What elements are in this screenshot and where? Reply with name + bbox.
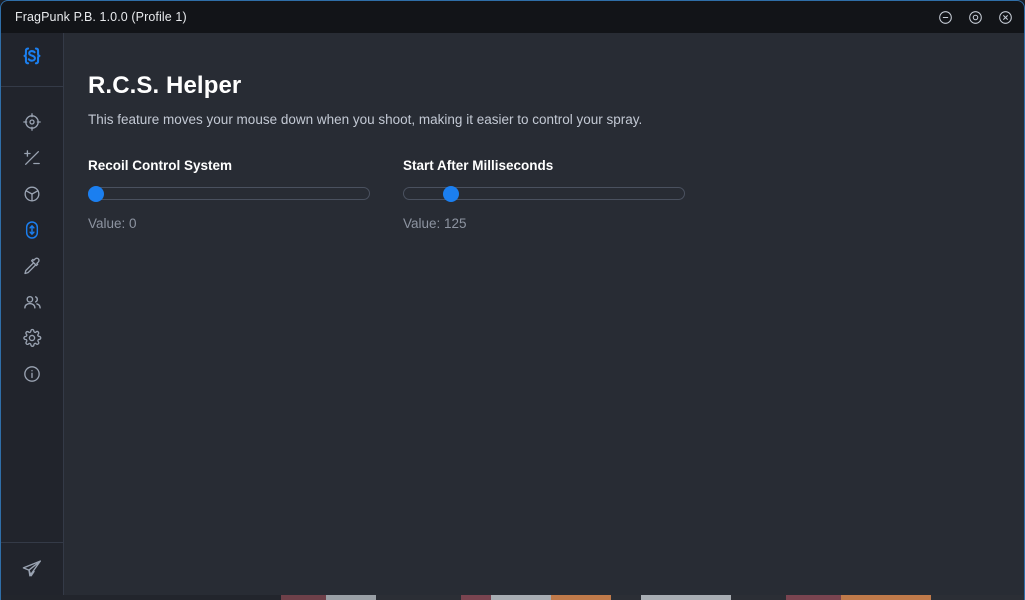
window-controls [936,8,1014,26]
app-logo-icon [19,44,45,75]
sidebar-item-settings[interactable] [14,327,50,349]
slider-value-label: Value: 125 [403,215,467,231]
circle-crosshair-icon [22,184,42,204]
slider-thumb-start-after-milliseconds[interactable] [442,185,459,202]
app-logo[interactable] [1,33,63,87]
slider-label: Start After Milliseconds [403,157,554,173]
slider-value-label: Value: 0 [88,215,137,231]
sliders-row: Recoil Control System Value: 0 Start Aft… [88,158,1024,231]
sidebar-item-info[interactable] [14,363,50,385]
gear-icon [22,328,42,348]
telegram-link[interactable] [21,558,43,585]
sidebar-item-color-picker[interactable] [14,255,50,277]
slider-track-rail [88,187,370,201]
slider-thumb-recoil-control-system[interactable] [88,185,104,202]
sidebar-item-aimbot[interactable] [14,111,50,133]
slider-track-recoil-control-system[interactable] [88,185,370,202]
desktop-taskbar-sliver [1,595,1024,600]
maximize-button[interactable] [966,8,984,26]
slider-label: Recoil Control System [88,157,233,173]
paper-plane-icon [21,558,43,585]
slider-track-start-after-milliseconds[interactable] [403,185,685,202]
app-window: FragPunk P.B. 1.0.0 (Profile 1) R.C.S. H… [0,0,1025,600]
page-title: R.C.S. Helper [88,72,242,99]
info-circle-icon [22,364,42,384]
mouse-recoil-icon [22,220,42,240]
sidebar-item-rcs[interactable] [14,219,50,241]
close-button[interactable] [996,8,1014,26]
sidebar [1,33,64,600]
sidebar-footer [1,542,63,600]
sidebar-item-users[interactable] [14,291,50,313]
slider-recoil-control-system: Recoil Control System Value: 0 [88,158,370,231]
crosshair-target-icon [22,112,42,132]
eyedropper-icon [22,256,42,276]
users-icon [22,292,43,313]
window-title: FragPunk P.B. 1.0.0 (Profile 1) [15,10,187,24]
sidebar-nav [1,87,63,542]
window-body: R.C.S. Helper This feature moves your mo… [1,33,1024,600]
slider-start-after-milliseconds: Start After Milliseconds Value: 125 [403,158,685,231]
sidebar-item-plus-minus[interactable] [14,147,50,169]
main-content: R.C.S. Helper This feature moves your mo… [64,33,1024,600]
page-subtitle: This feature moves your mouse down when … [88,112,643,128]
sidebar-item-circle-crosshair[interactable] [14,183,50,205]
minimize-button[interactable] [936,8,954,26]
title-bar[interactable]: FragPunk P.B. 1.0.0 (Profile 1) [1,1,1024,33]
plus-minus-icon [22,148,42,168]
